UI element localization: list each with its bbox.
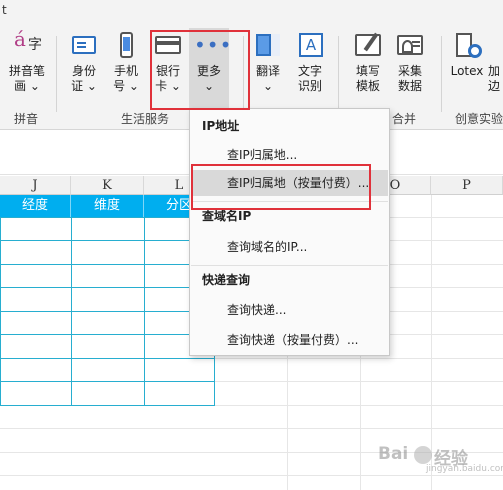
table-border [0,264,215,265]
ocr-label-2: 识别 [297,79,322,93]
phone-label-1: 手机 [113,64,138,78]
more-dropdown-menu: IP地址 查IP归属地... 查IP归属地（按量付费）... 查域名IP 查询域… [189,108,390,356]
window-title: t [2,3,7,17]
phone-label-2: 号 ⌄ [113,79,139,93]
idcard-label-1: 身份 [71,64,96,78]
group-label-merge: 合并 [392,112,417,126]
idcard-label-2: 证 ⌄ [71,79,97,93]
ocr-label-1: 文字 [297,64,322,78]
table-border [0,217,215,218]
table-border [0,287,215,288]
translate-icon [253,32,283,60]
translate-button[interactable]: 翻译 ⌄ [250,32,286,102]
phone-button[interactable]: 手机 号 ⌄ [106,32,146,102]
collect-data-label-1: 采集 [397,64,422,78]
watermark-sub: jingyan.baidu.com [426,464,503,474]
translate-label-1: 翻译 [255,64,280,78]
collect-data-button[interactable]: 采集 数据 [390,32,430,102]
table-border [0,358,215,359]
table-border [0,311,215,312]
menu-item-express-query[interactable]: 查询快递... [191,297,388,323]
annotation-box-more [150,30,250,110]
table-border [0,334,215,335]
window-title-strip: t [0,0,503,22]
lotex-gear-icon [452,32,482,60]
ribbon-separator [338,36,339,112]
menu-section-ip: IP地址 [202,119,240,133]
id-card-icon [69,32,99,60]
table-border [0,405,215,406]
fill-template-label-1: 填写 [355,64,380,78]
table-border [144,217,145,405]
pinyin-button[interactable]: á字 拼音笔 画 ⌄ [2,27,52,102]
table-border [0,240,215,241]
phone-icon [111,32,141,60]
table-header-latitude[interactable]: 维度 [71,195,144,217]
add-button[interactable]: 加 边 [488,32,503,102]
idcard-button[interactable]: 身份 证 ⌄ [64,32,104,102]
group-label-creative-lab: 创意实验 [455,112,503,126]
ocr-icon: A [295,32,325,60]
menu-section-express: 快递查询 [202,273,251,287]
column-header-p[interactable]: P [431,176,503,195]
ribbon-separator [441,36,442,112]
ocr-button[interactable]: A 文字 识别 [290,32,330,102]
pinyin-label-2: 画 ⌄ [14,79,40,93]
table-border [71,217,72,405]
paw-icon [414,446,432,464]
menu-separator [191,265,388,266]
watermark-logo: Bai 经验 jingyan.baidu.com [378,444,503,484]
id-scan-icon [395,32,425,60]
table-border [0,217,1,405]
add-label-1: 加 [488,64,501,78]
group-label-life-services: 生活服务 [121,112,170,126]
fill-template-label-2: 模板 [355,79,380,93]
annotation-box-menu-item [191,164,371,210]
table-border [0,381,215,382]
gridline [0,428,503,429]
translate-label-2: ⌄ [262,79,274,93]
table-header-longitude[interactable]: 经度 [0,195,71,217]
lotex-label: Lotex [450,64,484,78]
column-header-k[interactable]: K [71,176,144,195]
collect-data-label-2: 数据 [397,79,422,93]
menu-item-domain-ip[interactable]: 查询域名的IP... [191,234,388,260]
add-icon [488,32,503,60]
menu-item-express-query-paid[interactable]: 查询快递（按量付费）... [191,327,388,353]
watermark-brand: Bai [378,444,409,464]
pinyin-icon: á字 [14,27,42,53]
pinyin-label-1: 拼音笔 [8,64,45,78]
group-label-pinyin: 拼音 [14,112,39,126]
fill-template-button[interactable]: 填写 模板 [348,32,388,102]
add-label-2: 边 [488,79,501,93]
ribbon-separator [56,36,57,112]
sign-template-icon [353,32,383,60]
lotex-button[interactable]: Lotex [448,32,486,102]
column-header-j[interactable]: J [0,176,71,195]
